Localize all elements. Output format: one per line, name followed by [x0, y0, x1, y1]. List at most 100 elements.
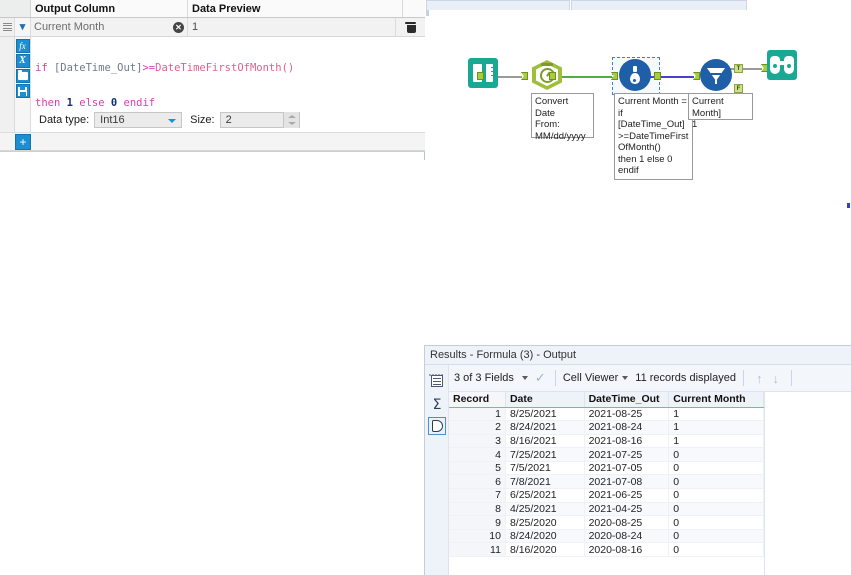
cell-current-month[interactable]: 1: [668, 434, 764, 449]
annotation-datetime[interactable]: Convert Date From: MM/dd/yyyy: [531, 93, 594, 142]
cell-date[interactable]: 8/24/2021: [505, 420, 585, 435]
formula-tool[interactable]: [619, 59, 653, 93]
cell-record[interactable]: 3: [449, 434, 506, 449]
table-row[interactable]: 6 7/8/2021 2021-07-08 0: [449, 474, 764, 490]
save-button[interactable]: [15, 84, 30, 98]
table-row[interactable]: 4 7/25/2021 2021-07-25 0: [449, 447, 764, 462]
workflow-canvas[interactable]: T F Convert Date From: MM/dd/yyyy Current …: [426, 0, 851, 345]
cell-datetime-out[interactable]: 2020-08-16: [584, 542, 670, 558]
cell-date[interactable]: 8/25/2020: [505, 515, 585, 530]
cell-current-month[interactable]: 0: [668, 515, 764, 530]
datetime-output-port[interactable]: [549, 72, 556, 80]
chevron-down-icon[interactable]: [521, 375, 528, 380]
table-row[interactable]: 3 8/16/2021 2021-08-16 1: [449, 434, 764, 449]
chevron-down-icon-2[interactable]: [622, 375, 629, 380]
cell-date[interactable]: 8/25/2021: [505, 407, 585, 422]
arrow-up-icon[interactable]: ↑: [756, 371, 763, 386]
viewer-selector[interactable]: Cell Viewer: [563, 372, 618, 384]
checkmark-icon[interactable]: ✓: [535, 370, 546, 386]
open-folder-button[interactable]: [15, 69, 30, 83]
drag-handle-icon[interactable]: [0, 18, 15, 36]
cell-current-month[interactable]: 0: [668, 474, 764, 490]
cell-current-month[interactable]: 0: [668, 461, 764, 476]
annotation-formula[interactable]: Current Month = if [DateTime_Out] >=DateTi…: [614, 93, 693, 180]
table-row[interactable]: 7 6/25/2021 2021-06-25 0: [449, 488, 764, 503]
cell-current-month[interactable]: 0: [668, 542, 764, 558]
arrow-down-icon[interactable]: ↓: [772, 371, 779, 386]
fields-selector[interactable]: 3 of 3 Fields: [454, 372, 514, 384]
cell-datetime-out[interactable]: 2021-08-16: [584, 434, 670, 449]
function-fx-button[interactable]: fx: [15, 39, 30, 53]
datetime-tool[interactable]: [530, 58, 564, 92]
cell-record[interactable]: 1: [449, 407, 506, 422]
cell-date[interactable]: 7/8/2021: [505, 474, 585, 490]
data-view-button[interactable]: [428, 417, 446, 435]
cell-datetime-out[interactable]: 2021-07-08: [584, 474, 670, 490]
cell-record[interactable]: 4: [449, 447, 506, 462]
canvas-tab-1[interactable]: [426, 0, 570, 10]
filter-false-port[interactable]: F: [734, 84, 743, 93]
cell-datetime-out[interactable]: 2021-08-25: [584, 407, 670, 422]
cell-datetime-out[interactable]: 2021-07-25: [584, 447, 670, 462]
cell-date[interactable]: 4/25/2021: [505, 502, 585, 517]
column-header-datetime-out[interactable]: DateTime_Out: [584, 392, 670, 408]
cell-date[interactable]: 8/24/2020: [505, 529, 585, 544]
cell-current-month[interactable]: 1: [668, 420, 764, 435]
table-row[interactable]: 10 8/24/2020 2020-08-24 0: [449, 529, 764, 544]
results-table-container[interactable]: Record Date DateTime_Out Current Month 1…: [449, 392, 851, 575]
cell-datetime-out[interactable]: 2021-08-24: [584, 420, 670, 435]
cell-record[interactable]: 11: [449, 542, 506, 558]
column-header-current-month[interactable]: Current Month: [668, 392, 764, 408]
cell-record[interactable]: 5: [449, 461, 506, 476]
cell-date[interactable]: 6/25/2021: [505, 488, 585, 503]
size-stepper[interactable]: 2: [219, 112, 300, 128]
expand-row-button[interactable]: ▾: [15, 18, 31, 36]
cell-datetime-out[interactable]: 2021-06-25: [584, 488, 670, 503]
formula-text-input[interactable]: if [DateTime_Out]>=DateTimeFirstOfMonth(…: [31, 37, 425, 108]
cell-current-month[interactable]: 0: [668, 502, 764, 517]
table-row[interactable]: 8 4/25/2021 2021-04-25 0: [449, 502, 764, 517]
cell-date[interactable]: 8/16/2020: [505, 542, 585, 558]
table-row[interactable]: 9 8/25/2020 2020-08-25 0: [449, 515, 764, 530]
cell-current-month[interactable]: 0: [668, 447, 764, 462]
filter-true-port[interactable]: T: [734, 64, 743, 73]
add-output-column-button[interactable]: +: [15, 134, 31, 150]
cell-record[interactable]: 9: [449, 515, 506, 530]
datetime-input-port[interactable]: [521, 72, 528, 80]
cell-datetime-out[interactable]: 2020-08-24: [584, 529, 670, 544]
cell-datetime-out[interactable]: 2020-08-25: [584, 515, 670, 530]
filter-input-port[interactable]: [693, 72, 700, 80]
cell-date[interactable]: 7/5/2021: [505, 461, 585, 476]
cell-date[interactable]: 7/25/2021: [505, 447, 585, 462]
annotation-filter[interactable]: Current Month] 1: [688, 93, 753, 130]
input-output-port[interactable]: [477, 72, 484, 80]
cell-current-month[interactable]: 0: [668, 529, 764, 544]
table-row[interactable]: 2 8/24/2021 2021-08-24 1: [449, 420, 764, 435]
cell-datetime-out[interactable]: 2021-04-25: [584, 502, 670, 517]
variable-x-button[interactable]: X: [15, 54, 30, 68]
cell-datetime-out[interactable]: 2021-07-05: [584, 461, 670, 476]
spinner-icon[interactable]: [282, 112, 299, 128]
cell-record[interactable]: 2: [449, 420, 506, 435]
column-header-date[interactable]: Date: [505, 392, 585, 408]
clear-circle-icon[interactable]: ✕: [173, 21, 184, 33]
delete-row-button[interactable]: [396, 18, 425, 36]
cell-record[interactable]: 8: [449, 502, 506, 517]
data-type-select[interactable]: Int16: [94, 112, 183, 128]
output-column-input[interactable]: Current Month ✕: [31, 18, 188, 36]
cell-record[interactable]: 10: [449, 529, 506, 544]
cell-current-month[interactable]: 1: [668, 407, 764, 422]
filter-tool[interactable]: [700, 59, 734, 93]
table-row[interactable]: 5 7/5/2021 2021-07-05 0: [449, 461, 764, 476]
cell-record[interactable]: 6: [449, 474, 506, 490]
browse-tool[interactable]: [767, 50, 801, 84]
cell-current-month[interactable]: 0: [668, 488, 764, 503]
input-data-tool[interactable]: [468, 58, 502, 92]
cell-record[interactable]: 7: [449, 488, 506, 503]
table-row[interactable]: 1 8/25/2021 2021-08-25 1: [449, 407, 764, 422]
summary-sigma-button[interactable]: Σ: [428, 396, 446, 414]
canvas-tab-2[interactable]: [571, 0, 747, 10]
cell-date[interactable]: 8/16/2021: [505, 434, 585, 449]
table-row[interactable]: 11 8/16/2020 2020-08-16 0: [449, 542, 764, 558]
column-header-record[interactable]: Record: [449, 392, 506, 408]
